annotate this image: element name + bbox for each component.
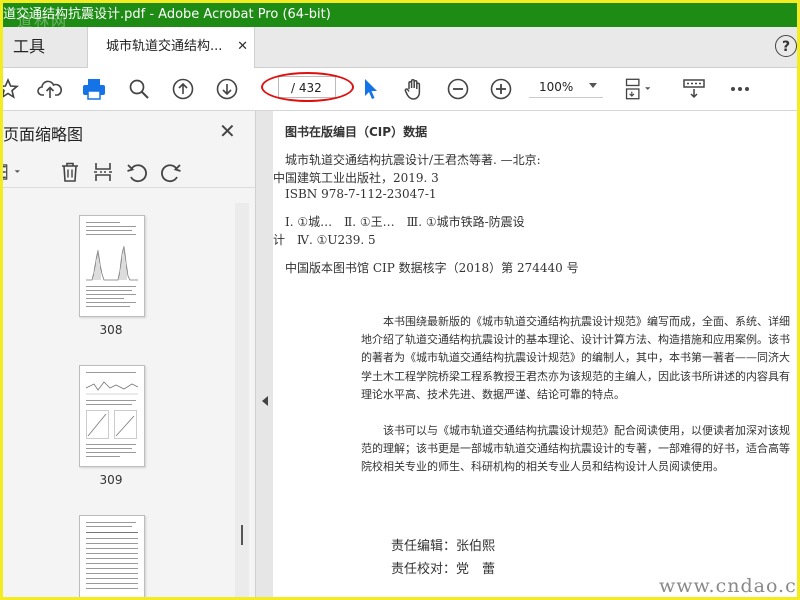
cip-line: 城市轨道交通结构抗震设计/王君杰等著. —北京: — [285, 153, 541, 167]
site-watermark: www.cndao.com — [659, 575, 797, 597]
sidebar-toolbar — [3, 157, 255, 188]
sidebar-close-icon[interactable]: ✕ — [219, 119, 236, 143]
help-icon[interactable]: ? — [775, 35, 797, 57]
more-options-icon[interactable] — [725, 74, 755, 104]
screenshot-frame: 道交通结构抗震设计.pdf - Adobe Acrobat Pro (64-bi… — [0, 0, 800, 600]
cip-heading: 图书在版编目（CIP）数据 — [285, 125, 428, 139]
main-toolbar: / 432 100% — [3, 68, 797, 111]
tab-document-label: 城市轨道交通结构... — [106, 39, 223, 54]
tab-document[interactable]: 城市轨道交通结构... ✕ — [87, 27, 255, 68]
thumbnail-page-number: 308 — [99, 323, 123, 337]
previous-page-icon[interactable] — [168, 74, 198, 104]
rotate-left-icon[interactable] — [122, 157, 152, 187]
page-thumbnail[interactable] — [79, 365, 145, 467]
sidebar-title: 页面缩略图 — [3, 125, 84, 144]
cloud-upload-icon[interactable] — [35, 74, 65, 104]
print-icon[interactable] — [79, 74, 109, 104]
next-page-icon[interactable] — [212, 74, 242, 104]
document-page: 图书在版编目（CIP）数据 城市轨道交通结构抗震设计/王君杰等著. —北京: 中… — [273, 111, 797, 597]
cip-line: 计 Ⅳ. ①U239. 5 — [273, 233, 376, 247]
proofreader-credit: 责任校对：党 蕾 — [391, 562, 496, 577]
zoom-out-icon[interactable] — [443, 74, 473, 104]
description-paragraph: 该书可以与《城市轨道交通结构抗震设计规范》配合阅读使用，以便读者加深对该规范的理… — [361, 424, 790, 474]
page-thumbnail[interactable] — [79, 515, 145, 597]
cip-line: Ⅰ. ①城… Ⅱ. ①王… Ⅲ. ①城市铁路-防震设 — [285, 215, 525, 229]
cip-line: ISBN 978-7-112-23047-1 — [285, 187, 437, 201]
description-paragraph: 本书围绕最新版的《城市轨道交通结构抗震设计规范》编写而成，全面、系统、详细地介绍… — [361, 315, 790, 401]
thumbnail-list: 308 309 — [3, 201, 235, 597]
chevron-down-icon[interactable] — [589, 83, 597, 88]
page-thumbnail[interactable] — [79, 215, 145, 317]
panel-splitter[interactable] — [256, 111, 272, 597]
zoom-level-value: 100% — [539, 80, 574, 94]
sidebar-resize-handle[interactable] — [241, 525, 243, 545]
window-titlebar: 道交通结构抗震设计.pdf - Adobe Acrobat Pro (64-bi… — [3, 3, 797, 27]
cip-number: 中国版本图书馆 CIP 数据核字（2018）第 274440 号 — [285, 261, 579, 275]
highlight-oval — [261, 72, 354, 102]
tab-bar: 工具 城市轨道交通结构... ✕ ? — [3, 27, 797, 68]
page-fit-icon[interactable] — [623, 74, 653, 104]
hand-tool-icon[interactable] — [399, 74, 429, 104]
collapse-panel-icon[interactable] — [262, 396, 268, 406]
select-cursor-icon[interactable] — [355, 74, 385, 104]
bookmark-star-icon[interactable] — [3, 74, 23, 104]
keyboard-read-icon[interactable] — [679, 74, 709, 104]
cip-line: 中国建筑工业出版社，2019. 3 — [273, 171, 439, 185]
rotate-right-icon[interactable] — [156, 157, 186, 187]
thumbnail-page-number: 309 — [99, 473, 123, 487]
zoom-in-icon[interactable] — [486, 74, 516, 104]
thumbnail-options-icon[interactable] — [3, 157, 27, 187]
insert-page-icon[interactable] — [88, 157, 118, 187]
trash-icon[interactable] — [55, 157, 85, 187]
editor-credit: 责任编辑：张伯熙 — [391, 539, 496, 554]
zoom-search-icon[interactable] — [124, 74, 154, 104]
tab-close-icon[interactable]: ✕ — [237, 27, 248, 67]
thumbnail-sidebar: 页面缩略图 ✕ 308 309 — [3, 111, 256, 597]
watermark-text: 道林网 — [17, 12, 69, 27]
tab-tools[interactable]: 工具 — [3, 27, 75, 67]
